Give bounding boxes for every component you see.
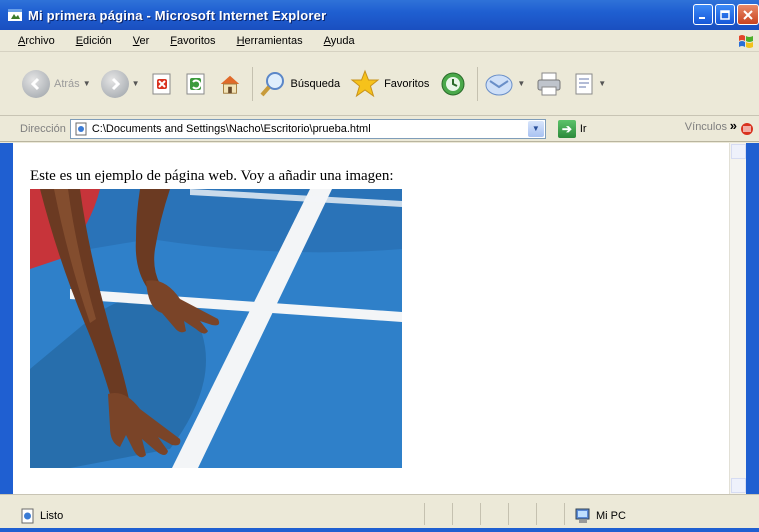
mail-icon	[485, 74, 513, 95]
back-arrow-icon	[22, 69, 50, 98]
address-input[interactable]: C:\Documents and Settings\Nacho\Escritor…	[69, 118, 546, 139]
maximize-icon	[720, 9, 730, 20]
home-button[interactable]	[218, 72, 242, 96]
menu-edicion[interactable]: Edición	[76, 35, 112, 47]
refresh-icon	[184, 72, 208, 96]
links-chevron-icon[interactable]: »	[730, 118, 737, 133]
menu-ver[interactable]: Ver	[133, 35, 150, 47]
my-computer-icon	[575, 508, 590, 523]
maximize-button[interactable]	[715, 4, 735, 25]
edit-document-icon	[575, 73, 593, 94]
go-button[interactable]: ➔ Ir	[557, 119, 587, 138]
edit-button[interactable]: ▼	[573, 72, 606, 96]
zone-text: Mi PC	[596, 510, 626, 522]
forward-arrow-icon	[100, 69, 129, 98]
menu-favoritos[interactable]: Favoritos	[170, 35, 215, 47]
windows-logo-icon	[739, 35, 753, 48]
menu-herramientas[interactable]: Herramientas	[237, 35, 303, 47]
title-bar: Mi primera página - Microsoft Internet E…	[0, 0, 759, 30]
standard-toolbar: Atrás ▼ ▼ Búsqueda Favoritos ▼ ▼	[0, 52, 759, 116]
refresh-button[interactable]	[184, 72, 208, 96]
window-frame-bottom	[0, 528, 759, 532]
scroll-up-button[interactable]	[731, 144, 746, 159]
vertical-scrollbar[interactable]	[729, 143, 746, 494]
toolbar-separator	[477, 66, 479, 101]
page-image	[30, 189, 402, 468]
address-url: C:\Documents and Settings\Nacho\Escritor…	[91, 122, 371, 135]
close-icon	[743, 9, 753, 20]
print-button[interactable]	[535, 71, 563, 97]
status-ready: Listo	[20, 508, 63, 524]
links-toolbar-icon[interactable]	[739, 120, 757, 138]
status-divider	[508, 503, 509, 525]
menu-ayuda[interactable]: Ayuda	[324, 35, 355, 47]
edit-dropdown-icon[interactable]: ▼	[598, 79, 606, 88]
address-label: Dirección	[20, 122, 66, 135]
go-arrow-icon: ➔	[557, 119, 576, 138]
status-divider	[480, 503, 481, 525]
links-label[interactable]: Vínculos	[685, 121, 727, 133]
address-bar: Dirección C:\Documents and Settings\Nach…	[0, 116, 759, 142]
page-done-icon	[21, 508, 34, 524]
mail-dropdown-icon[interactable]: ▼	[517, 79, 525, 88]
minimize-button[interactable]	[693, 4, 713, 25]
status-text: Listo	[40, 510, 64, 522]
page-icon	[75, 122, 87, 135]
ie-app-icon[interactable]	[6, 7, 23, 24]
window-frame-left	[0, 143, 13, 494]
favorites-label: Favoritos	[384, 77, 430, 90]
scroll-down-button[interactable]	[731, 478, 746, 493]
history-button[interactable]	[439, 70, 467, 98]
status-divider	[536, 503, 537, 525]
search-icon	[260, 71, 284, 96]
history-icon	[441, 72, 465, 95]
favorites-star-icon	[350, 69, 380, 97]
search-button[interactable]: Búsqueda	[259, 70, 341, 98]
page-text: Este es un ejemplo de página web. Voy a …	[30, 168, 394, 184]
status-divider	[564, 503, 565, 525]
back-dropdown-icon[interactable]: ▼	[83, 79, 91, 88]
favorites-button[interactable]: Favoritos	[350, 69, 429, 99]
browser-window: Mi primera página - Microsoft Internet E…	[0, 0, 759, 532]
go-label: Ir	[579, 122, 587, 135]
status-bar: Listo Mi PC	[0, 494, 759, 532]
status-zone: Mi PC	[574, 508, 626, 524]
minimize-icon	[699, 16, 705, 19]
menu-bar: Archivo Edición Ver Favoritos Herramient…	[0, 30, 759, 52]
print-icon	[537, 72, 561, 95]
status-divider	[452, 503, 453, 525]
window-controls	[693, 4, 759, 25]
forward-button[interactable]: ▼	[100, 69, 140, 98]
stop-button[interactable]	[150, 72, 174, 96]
home-icon	[218, 72, 242, 96]
stop-icon	[150, 72, 174, 96]
back-label: Atrás	[54, 77, 80, 90]
address-dropdown-icon[interactable]: ▼	[527, 120, 544, 137]
mail-button[interactable]: ▼	[484, 71, 525, 97]
window-frame-right	[746, 143, 759, 494]
back-button[interactable]: Atrás ▼	[22, 69, 91, 98]
menu-archivo[interactable]: Archivo	[18, 35, 55, 47]
status-divider	[424, 503, 425, 525]
forward-dropdown-icon[interactable]: ▼	[132, 79, 140, 88]
search-label: Búsqueda	[290, 77, 341, 90]
toolbar-separator	[251, 66, 253, 101]
close-button[interactable]	[737, 4, 759, 25]
page-content: Este es un ejemplo de página web. Voy a …	[13, 143, 746, 494]
window-title: Mi primera página - Microsoft Internet E…	[28, 7, 327, 23]
